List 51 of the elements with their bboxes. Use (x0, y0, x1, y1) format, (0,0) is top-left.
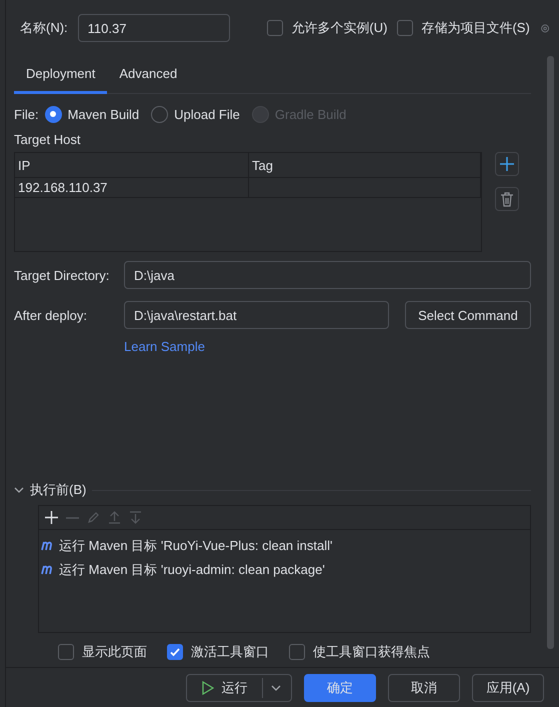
dialog-button[interactable]: 应用(A) (472, 674, 544, 702)
play-icon (202, 680, 214, 694)
radio-button[interactable] (151, 106, 168, 122)
checkbox[interactable] (58, 644, 74, 660)
caret-icon[interactable] (270, 684, 280, 690)
column-header: IP (15, 153, 249, 177)
delete-button[interactable] (495, 187, 519, 211)
checkbox-label: 激活工具窗口 (191, 643, 269, 661)
tab[interactable]: Deployment (14, 56, 108, 94)
scrollbar[interactable] (547, 56, 554, 649)
plus-icon[interactable] (45, 511, 58, 524)
radio-label: Upload File (174, 106, 240, 122)
checkbox-label: 存储为项目文件(S) (421, 19, 530, 37)
minus-icon[interactable] (66, 516, 79, 518)
dialog-button[interactable]: 取消 (388, 674, 460, 702)
pencil-icon[interactable] (87, 511, 100, 524)
radio-button[interactable] (44, 106, 62, 122)
checkbox-label: 允许多个实例(U) (291, 19, 388, 37)
file-label: File: (14, 106, 39, 122)
tab[interactable]: Advanced (107, 56, 190, 94)
task-item[interactable]: 运行 Maven 目标 'ruoyi-admin: clean package' (59, 561, 325, 579)
name-field[interactable]: 110.37 (78, 14, 230, 42)
checkbox-label: 使工具窗口获得焦点 (313, 643, 430, 661)
move-down-icon[interactable] (129, 511, 142, 524)
field-label: Target Directory: (14, 268, 110, 282)
trash-icon (500, 192, 514, 206)
column-header: Tag (249, 153, 481, 177)
checkbox[interactable] (167, 644, 183, 660)
section-title: 执行前(B) (30, 481, 86, 499)
name-label: 名称(N): (20, 19, 68, 37)
task-item[interactable]: 运行 Maven 目标 'RuoYi-Vue-Plus: clean install' (59, 537, 332, 555)
learn-sample-link[interactable]: Learn Sample (124, 339, 205, 354)
checkbox[interactable] (289, 644, 305, 660)
move-up-icon[interactable] (108, 511, 121, 524)
field-label: After deploy: (14, 308, 88, 322)
run-button[interactable]: 运行 (186, 674, 292, 702)
target-host-label: Target Host (14, 132, 82, 147)
checkbox-label: 显示此页面 (82, 643, 147, 661)
chevron-icon[interactable] (14, 485, 24, 495)
checkbox[interactable] (267, 20, 284, 36)
path-field[interactable]: D:\java (124, 261, 531, 289)
check-icon (169, 646, 181, 658)
maven-icon (41, 541, 55, 551)
add-button[interactable] (495, 152, 519, 176)
checkbox[interactable] (397, 20, 414, 36)
path-field[interactable]: D:\java\restart.bat (124, 301, 389, 329)
maven-icon (41, 565, 55, 575)
radio-label: Maven Build (68, 106, 140, 122)
table-cell: 192.168.110.37 (15, 178, 249, 197)
plus-icon (500, 157, 514, 171)
select-command-button[interactable]: Select Command (405, 301, 531, 329)
